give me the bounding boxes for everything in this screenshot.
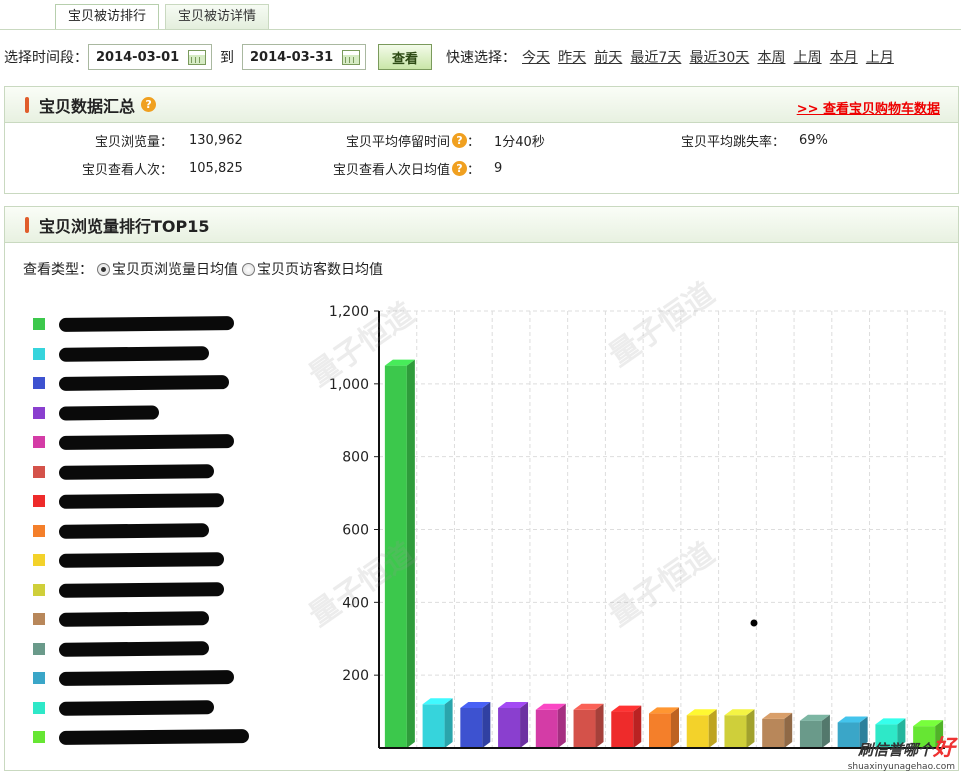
- chart-bar[interactable]: [762, 712, 793, 748]
- daily-visits-value: 9: [494, 161, 503, 176]
- quick-this-month[interactable]: 本月: [830, 50, 858, 66]
- y-tick-label: 600: [342, 523, 369, 539]
- chart-bar[interactable]: [384, 359, 415, 748]
- y-tick-label: 1,200: [329, 304, 369, 320]
- page-views-value: 130,962: [189, 133, 243, 148]
- cart-data-link[interactable]: >> 查看宝贝购物车数据: [797, 98, 940, 117]
- y-tick-label: 1,000: [329, 377, 369, 393]
- quick-last-week[interactable]: 上周: [794, 50, 822, 66]
- end-date-field[interactable]: 2014-03-31: [242, 44, 366, 70]
- footer-watermark-accent: 好: [932, 736, 955, 761]
- quick-select-label: 快速选择：: [446, 50, 516, 66]
- visits-value: 105,825: [189, 161, 243, 176]
- tab-bar: 宝贝被访排行 宝贝被访详情: [55, 4, 275, 30]
- bounce-value: 69%: [799, 133, 828, 148]
- quick-today[interactable]: 今天: [522, 50, 550, 66]
- start-date-field[interactable]: 2014-03-01: [88, 44, 212, 70]
- ranking-panel: 宝贝浏览量排行TOP15 查看类型： 宝贝页浏览量日均值 宝贝页访客数日均值 2…: [4, 206, 959, 771]
- tab-details[interactable]: 宝贝被访详情: [165, 4, 270, 30]
- chart-bar[interactable]: [799, 714, 830, 748]
- page-views-label: 宝贝浏览量：: [94, 135, 173, 150]
- quick-last-7-days[interactable]: 最近7天: [630, 50, 681, 66]
- chart-bar[interactable]: [573, 703, 604, 748]
- summary-title: 宝贝数据汇总: [39, 96, 136, 116]
- chart-bar[interactable]: [422, 698, 453, 748]
- avg-stay-value: 1分40秒: [494, 135, 545, 150]
- footer-watermark: 刷信誉哪个好 shuaxinyunagehao.com: [848, 730, 955, 772]
- chart-bar[interactable]: [535, 703, 566, 748]
- daily-visits-label: 宝贝查看人次日均值: [332, 163, 450, 178]
- chart-bar[interactable]: [498, 701, 529, 748]
- quick-yesterday[interactable]: 昨天: [558, 50, 586, 66]
- help-icon[interactable]: ?: [452, 161, 467, 176]
- chart-bar[interactable]: [460, 701, 491, 748]
- summary-header: 宝贝数据汇总 ? >> 查看宝贝购物车数据: [5, 87, 958, 123]
- bounce-stat: 宝贝平均跳失率： 69%: [645, 131, 828, 150]
- footer-watermark-text: 刷信誉哪个: [857, 741, 933, 759]
- end-date-value: 2014-03-31: [250, 49, 334, 65]
- quick-last-month[interactable]: 上月: [866, 50, 894, 66]
- view-button[interactable]: 查看: [378, 44, 432, 70]
- footer-watermark-url: shuaxinyunagehao.com: [847, 762, 955, 772]
- quick-select-links: 今天 昨天 前天 最近7天 最近30天 本周 上周 本月 上月: [522, 47, 898, 67]
- y-tick-label: 800: [342, 450, 369, 466]
- visits-label: 宝贝查看人次：: [81, 163, 173, 178]
- chart-bar[interactable]: [686, 709, 717, 748]
- calendar-icon[interactable]: [342, 49, 360, 65]
- summary-panel: 宝贝数据汇总 ? >> 查看宝贝购物车数据 宝贝浏览量： 130,962 宝贝查…: [4, 86, 959, 194]
- chart-bar[interactable]: [724, 709, 755, 748]
- quick-this-week[interactable]: 本周: [757, 50, 785, 66]
- avg-stay-stat: 宝贝平均停留时间 ? ： 1分40秒: [305, 131, 545, 150]
- tab-ranking[interactable]: 宝贝被访排行: [55, 4, 160, 30]
- quick-last-30-days[interactable]: 最近30天: [689, 50, 749, 66]
- date-range-label: 选择时间段：: [4, 50, 88, 66]
- y-tick-label: 200: [342, 668, 369, 684]
- date-range-bar: 选择时间段： 2014-03-01 到 2014-03-31 查看 快速选择： …: [4, 42, 898, 72]
- bar-chart: 200 400 600 800 1,000 1,200: [329, 304, 946, 749]
- help-icon[interactable]: ?: [141, 97, 157, 112]
- daily-visits-stat: 宝贝查看人次日均值 ? ： 9: [305, 159, 502, 178]
- help-icon[interactable]: ?: [452, 133, 467, 148]
- to-label: 到: [220, 50, 234, 66]
- chart-bar[interactable]: [649, 707, 679, 748]
- colon: ：: [467, 135, 481, 150]
- avg-stay-label: 宝贝平均停留时间: [345, 135, 450, 150]
- tab-divider: [0, 29, 961, 30]
- cursor-dot: [750, 619, 758, 627]
- start-date-value: 2014-03-01: [96, 49, 180, 65]
- calendar-icon[interactable]: [188, 49, 206, 65]
- colon: ：: [467, 163, 481, 178]
- chart-bar[interactable]: [611, 705, 642, 748]
- section-marker: [25, 96, 29, 113]
- page-views-stat: 宝贝浏览量： 130,962: [5, 131, 243, 150]
- visits-stat: 宝贝查看人次： 105,825: [5, 159, 243, 178]
- y-tick-label: 400: [342, 595, 369, 611]
- quick-day-before[interactable]: 前天: [594, 50, 622, 66]
- bounce-label: 宝贝平均跳失率：: [680, 135, 785, 150]
